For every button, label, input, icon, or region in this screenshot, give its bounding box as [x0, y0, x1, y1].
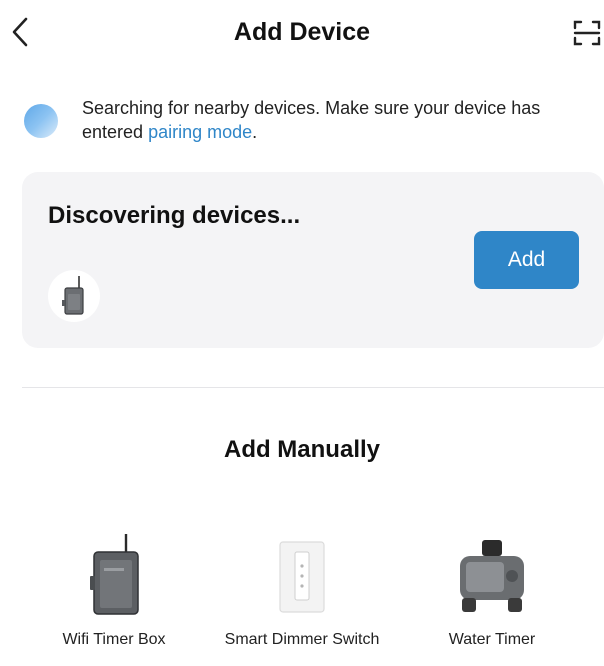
product-label: Water Timer — [448, 631, 536, 648]
product-smart-dimmer-switch[interactable]: Smart Dimmer Switch — [212, 530, 392, 651]
add-button[interactable]: Add — [474, 231, 579, 289]
scan-icon[interactable] — [572, 18, 602, 48]
discovered-devices-card: Discovering devices... Add — [22, 172, 604, 348]
search-status-suffix: . — [252, 122, 258, 142]
page-title: Add Device — [233, 18, 371, 46]
water-timer-icon — [460, 540, 524, 612]
search-status: Searching for nearby devices. Make sure … — [24, 96, 584, 146]
product-water-timer[interactable]: Water Timer — [402, 530, 582, 651]
searching-spinner-icon — [24, 104, 58, 138]
divider — [22, 387, 604, 388]
add-manually-heading: Add Manually — [223, 436, 380, 463]
dimmer-switch-icon — [279, 541, 325, 613]
discovered-device-thumbnail — [48, 270, 100, 322]
pairing-mode-link[interactable]: pairing mode — [148, 122, 252, 142]
product-label: Smart Dimmer Switch — [224, 631, 380, 648]
header-bar: Add Device — [0, 0, 604, 68]
product-label: Wifi Timer Box — [62, 631, 166, 648]
timer-box-icon — [62, 276, 84, 315]
discover-title: Discovering devices... — [48, 202, 301, 229]
product-wifi-timer-box[interactable]: Wifi Timer Box — [24, 530, 204, 651]
search-status-text: Searching for nearby devices. Make sure … — [82, 96, 582, 144]
product-grid: Wifi Timer Box Smart Dimmer Switch Water… — [0, 530, 604, 666]
timer-box-icon — [90, 534, 139, 615]
